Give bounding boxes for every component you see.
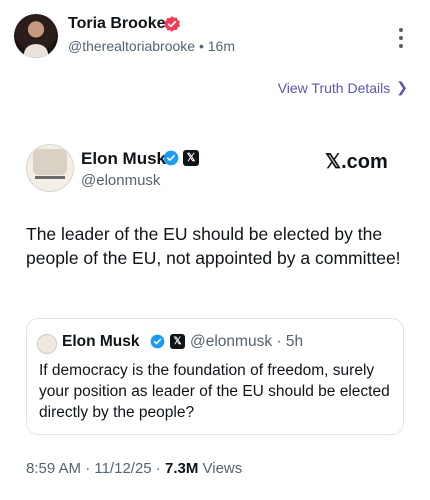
post-text: The leader of the EU should be elected b…	[26, 224, 401, 268]
x-com-logo: 𝕏.com	[325, 151, 388, 173]
verified-icon	[163, 150, 179, 166]
views-label: Views	[198, 460, 243, 477]
embedded-author-name: Elon Musk	[81, 149, 167, 168]
chevron-right-icon: ❯	[396, 79, 408, 95]
author-handle[interactable]: @therealtoriabrooke	[68, 38, 195, 54]
embedded-handle: @elonmusk	[81, 172, 161, 189]
timestamp-text: 8:59 AM · 11/12/25 ·	[26, 460, 165, 477]
avatar	[37, 334, 57, 354]
post-timestamp: 8:59 AM · 11/12/25 · 7.3M Views	[26, 460, 242, 477]
quoted-post: Elon Musk 𝕏 @elonmusk · 5h If democracy …	[26, 318, 404, 435]
avatar	[26, 144, 74, 192]
author-name[interactable]: Toria Brooke	[68, 15, 166, 33]
quoted-handle-time: @elonmusk · 5h	[190, 333, 304, 350]
x-logo-icon: 𝕏	[170, 334, 185, 349]
more-options-icon[interactable]	[397, 28, 405, 48]
quoted-author-name: Elon Musk	[62, 333, 140, 350]
verified-badge-icon	[164, 16, 180, 32]
verified-icon	[150, 334, 165, 349]
quoted-text: If democracy is the foundation of freedo…	[39, 362, 390, 421]
views-count: 7.3M	[164, 460, 199, 477]
view-details-link[interactable]: View Truth Details ❯	[278, 79, 408, 96]
author-meta: @therealtoriabrooke • 16m	[68, 38, 235, 54]
avatar[interactable]	[14, 14, 58, 58]
post-header: Toria Brooke @therealtoriabrooke • 16m	[0, 0, 430, 72]
x-logo-icon: 𝕏	[183, 150, 199, 166]
meta-separator: •	[198, 38, 204, 54]
view-details-label: View Truth Details	[277, 79, 391, 96]
post-time: 16m	[207, 38, 235, 54]
